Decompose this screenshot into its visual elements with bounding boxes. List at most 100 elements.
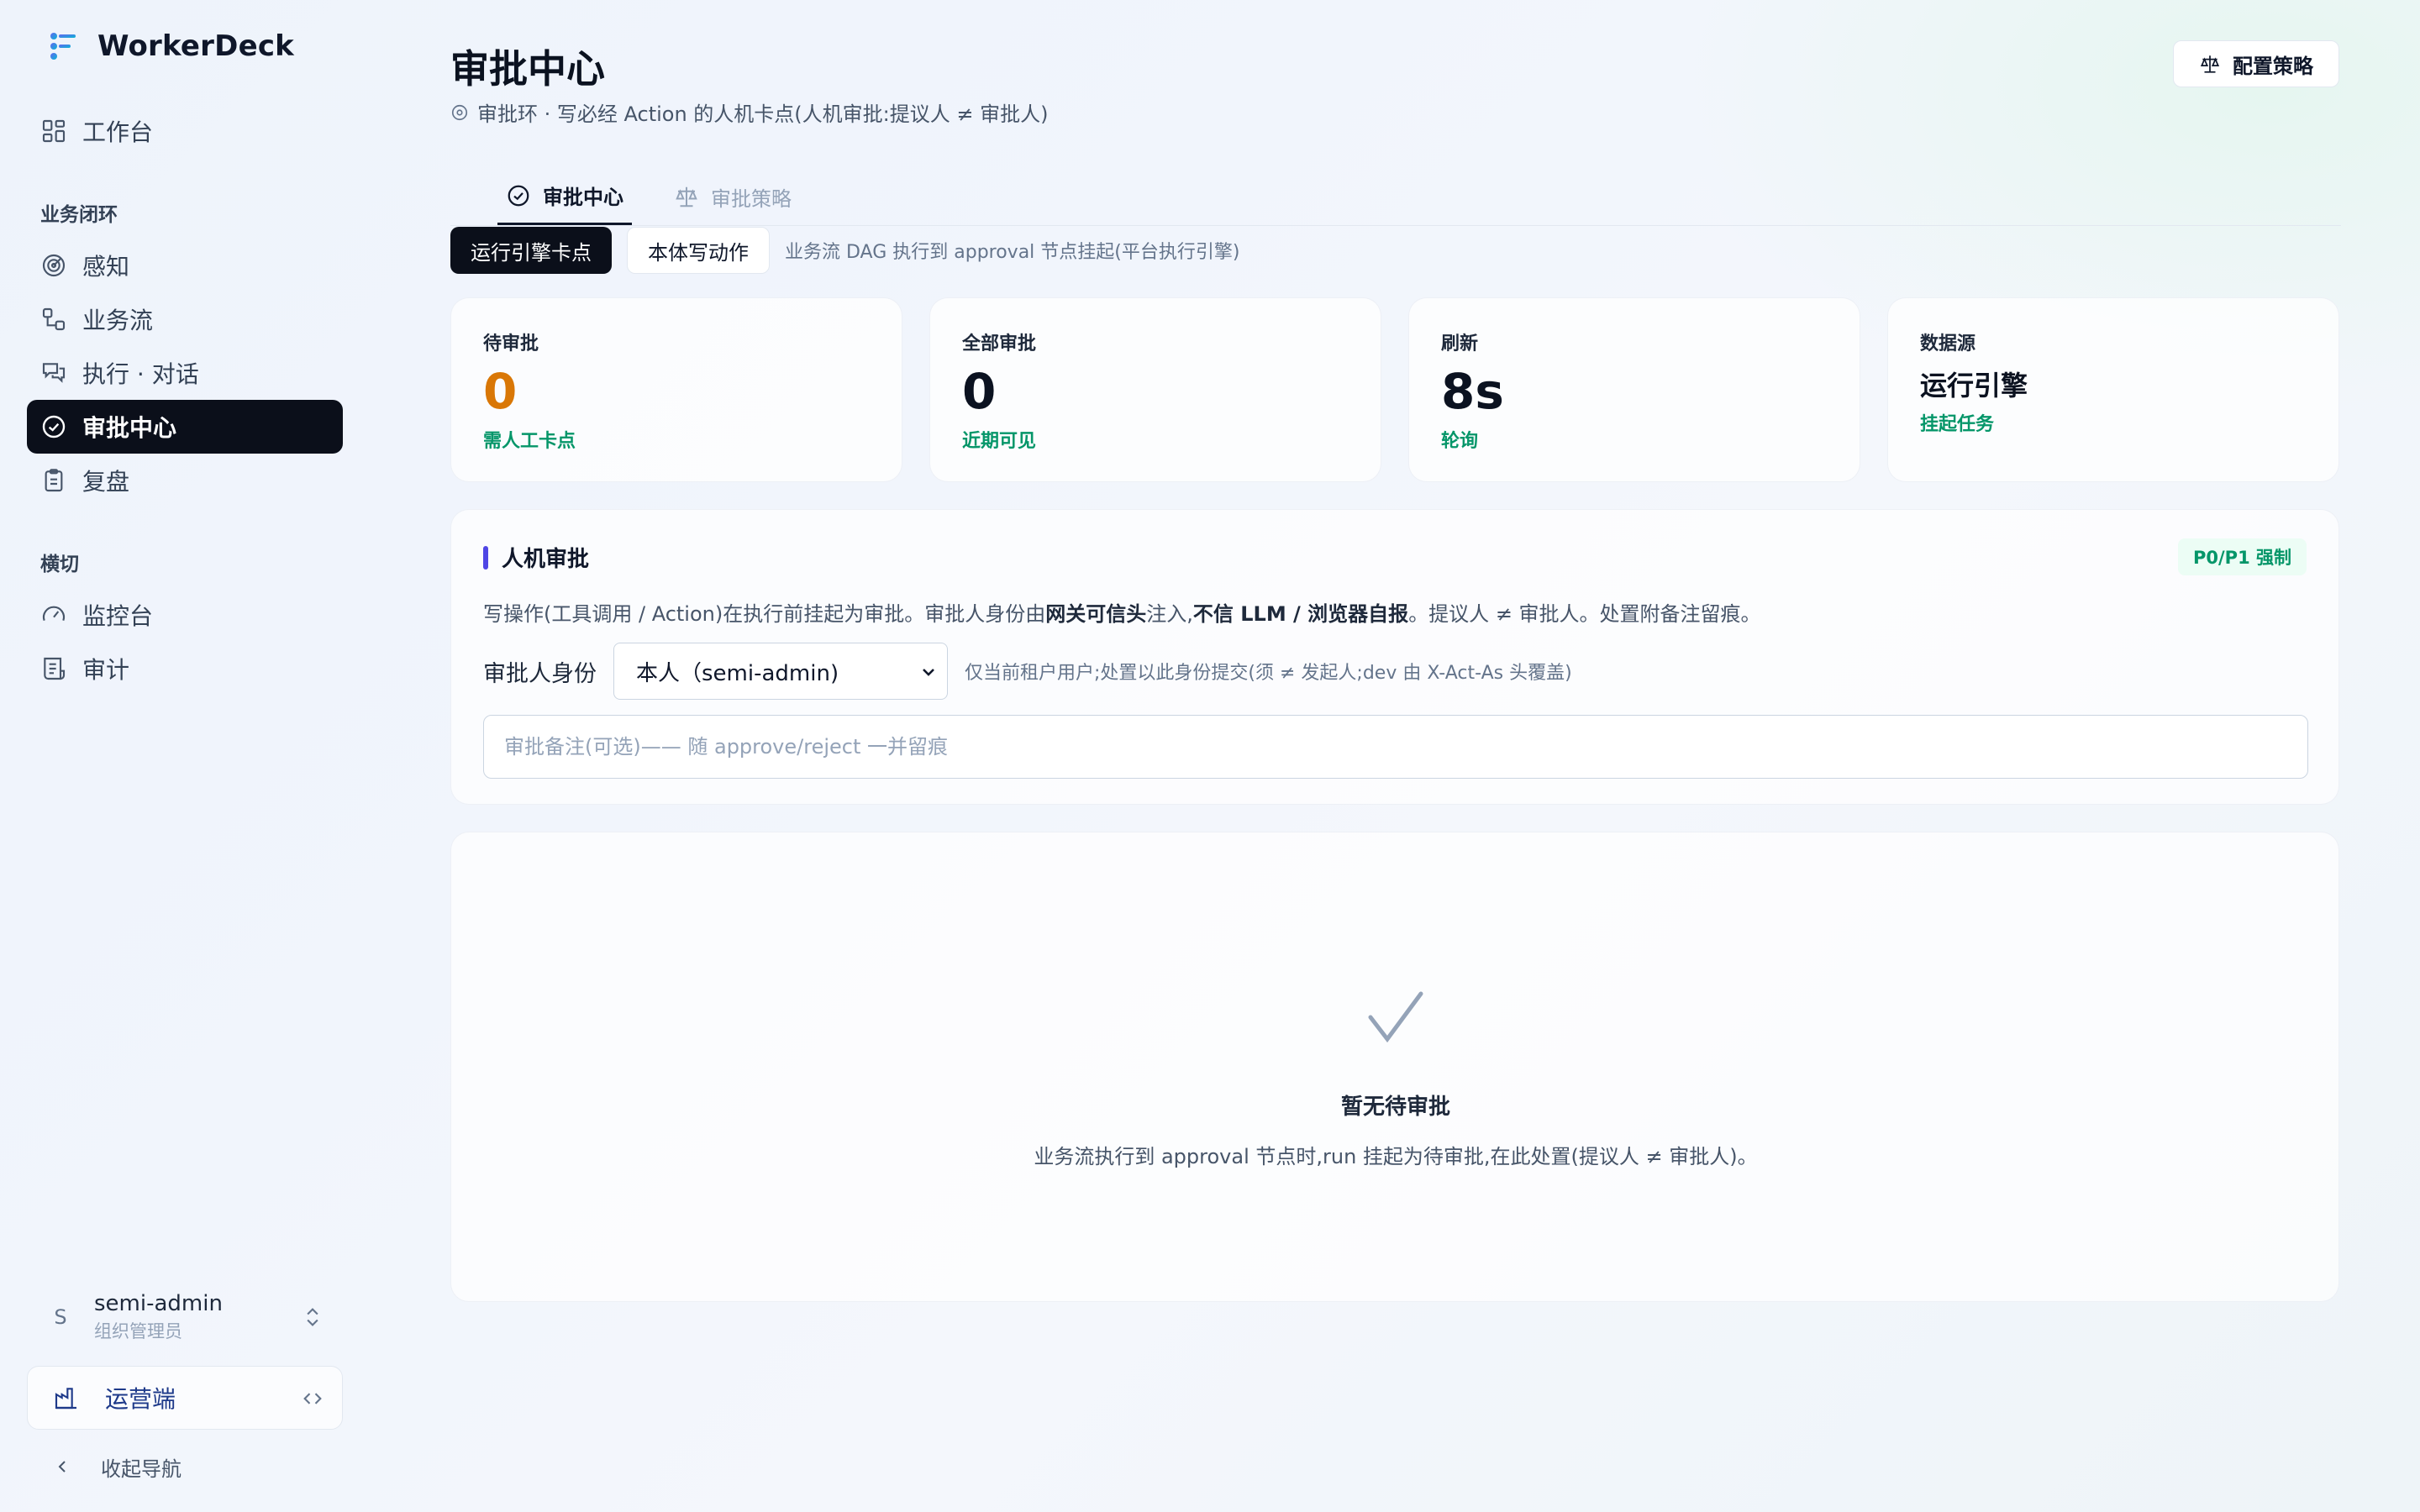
collapse-nav-label: 收起导航: [101, 1457, 182, 1481]
approver-label: 审批人身份: [483, 660, 597, 687]
stat-value: 运行引擎: [1920, 370, 2028, 402]
tabs-divider: [450, 225, 2341, 226]
brand-name: WorkerDeck: [97, 29, 294, 63]
factory-icon: [55, 1388, 76, 1410]
nav-item-perception[interactable]: 感知: [27, 239, 343, 292]
approval-note-input[interactable]: [483, 715, 2308, 779]
tab-label: 审批策略: [711, 186, 792, 211]
stat-card-all: 全部审批 0 近期可见: [929, 297, 1381, 482]
stat-card-refresh: 刷新 8s 轮询: [1408, 297, 1860, 482]
approver-selected-value: 本人（semi-admin): [636, 660, 839, 686]
human-approval-panel: 人机审批 P0/P1 强制 写操作(工具调用 / Action)在执行前挂起为审…: [450, 509, 2339, 805]
nav-item-label: 审计: [82, 656, 130, 684]
stat-sub: 需人工卡点: [483, 431, 576, 452]
panel-title: 人机审批: [483, 542, 589, 573]
nav-item-label: 执行 · 对话: [82, 360, 199, 388]
stat-sub: 近期可见: [962, 431, 1037, 452]
priority-badge: P0/P1 强制: [2178, 538, 2307, 575]
stat-sub: 轮询: [1441, 431, 1479, 452]
approver-select[interactable]: 本人（semi-admin): [613, 643, 948, 700]
desc-text: 注入,: [1146, 602, 1193, 626]
gauge-icon: [42, 606, 66, 622]
segment-ontology-write[interactable]: 本体写动作: [627, 227, 770, 274]
empty-state-title: 暂无待审批: [1340, 1095, 1450, 1120]
stat-label: 待审批: [483, 333, 539, 354]
config-policy-label: 配置策略: [2233, 55, 2313, 78]
user-role: 组织管理员: [94, 1321, 182, 1341]
chevron-up-down-icon: [307, 1308, 318, 1326]
empty-state-panel: 暂无待审批 业务流执行到 approval 节点时,run 挂起为待审批,在此处…: [450, 832, 2339, 1302]
chat-icon: [42, 363, 66, 383]
panel-description: 写操作(工具调用 / Action)在执行前挂起为审批。审批人身份由网关可信头注…: [483, 597, 1761, 627]
tab-label: 审批中心: [543, 186, 623, 209]
nav-item-workflow[interactable]: 业务流: [27, 292, 343, 346]
brand[interactable]: WorkerDeck: [47, 29, 294, 64]
brand-logo-icon: [50, 33, 76, 60]
nav-item-audit[interactable]: 审计: [27, 642, 343, 696]
clipboard-icon: [45, 469, 63, 492]
sidebar: WorkerDeck 工作台 业务闭环 感知 业务流 执行 · 对话 审批中心: [0, 0, 370, 1512]
scale-icon: [2200, 55, 2220, 73]
desc-bold: 网关可信头: [1045, 602, 1147, 626]
stat-label: 数据源: [1920, 333, 1976, 354]
stat-card-datasource: 数据源 运行引擎 挂起任务: [1887, 297, 2339, 482]
nav-item-label: 业务流: [82, 307, 154, 334]
nav-item-monitor[interactable]: 监控台: [27, 588, 343, 642]
stat-value: 0: [483, 363, 518, 420]
desc-text: 。提议人 ≠ 审批人。处置附备注留痕。: [1408, 602, 1761, 626]
config-policy-button[interactable]: 配置策略: [2173, 40, 2339, 87]
user-name: semi-admin: [94, 1291, 223, 1316]
user-switcher[interactable]: S semi-admin 组织管理员: [27, 1287, 343, 1347]
tab-approval-policy[interactable]: 审批策略: [666, 168, 800, 225]
stat-label: 全部审批: [962, 333, 1037, 354]
collapse-nav-button[interactable]: 收起导航: [27, 1441, 343, 1492]
page-subtitle: 审批环 · 写必经 Action 的人机卡点(人机审批:提议人 ≠ 审批人): [450, 97, 1049, 127]
tab-approval-center[interactable]: 审批中心: [497, 168, 632, 225]
nav-item-approval-center[interactable]: 审批中心: [27, 400, 343, 454]
segment-hint: 业务流 DAG 执行到 approval 节点挂起(平台执行引擎): [785, 242, 1240, 263]
nav-item-label: 工作台: [82, 118, 154, 146]
grid-icon: [42, 119, 66, 143]
checkmark-icon: [1368, 991, 1423, 1043]
panel-title-text: 人机审批: [502, 547, 590, 572]
scale-icon: [676, 186, 697, 207]
stat-sub: 挂起任务: [1920, 414, 1995, 435]
stat-value: 8s: [1441, 363, 1504, 420]
page-subtitle-text: 审批环 · 写必经 Action 的人机卡点(人机审批:提议人 ≠ 审批人): [477, 102, 1049, 126]
nav-item-label: 感知: [82, 253, 130, 281]
workflow-icon: [42, 307, 66, 331]
approver-row: 审批人身份 本人（semi-admin) 仅当前租户用户;处置以此身份提交(须 …: [483, 643, 1572, 700]
tabs: 审批中心 审批策略: [497, 168, 800, 225]
check-circle-icon: [508, 185, 529, 206]
panel-title-bar: [483, 545, 488, 570]
check-circle-icon: [42, 415, 66, 438]
nav-item-label: 复盘: [82, 468, 130, 496]
nav-item-execution-chat[interactable]: 执行 · 对话: [27, 346, 343, 400]
page-title: 审批中心: [450, 46, 605, 92]
main-content: 审批中心 审批环 · 写必经 Action 的人机卡点(人机审批:提议人 ≠ 审…: [450, 0, 2341, 1512]
desc-text: 写操作(工具调用 / Action)在执行前挂起为审批。审批人身份由: [483, 602, 1046, 626]
info-circle-icon: [451, 104, 468, 120]
empty-state-description: 业务流执行到 approval 节点时,run 挂起为待审批,在此处置(提议人 …: [1034, 1145, 1758, 1168]
receipt-icon: [44, 657, 66, 680]
approver-hint: 仅当前租户用户;处置以此身份提交(须 ≠ 发起人;dev 由 X-Act-As …: [965, 663, 1572, 684]
nav-section-title: 横切: [40, 554, 79, 575]
nav-item-review[interactable]: 复盘: [27, 454, 343, 507]
avatar: S: [54, 1305, 67, 1329]
stat-card-pending: 待审批 0 需人工卡点: [450, 297, 902, 482]
nav-item-label: 监控台: [82, 602, 154, 630]
radar-icon: [42, 254, 66, 277]
ops-console-button[interactable]: 运营端: [27, 1366, 343, 1430]
chevron-left-icon: [58, 1461, 66, 1473]
stat-value: 0: [962, 363, 997, 420]
stat-label: 刷新: [1441, 333, 1479, 354]
ops-console-label: 运营端: [105, 1385, 176, 1413]
nav-item-workbench[interactable]: 工作台: [27, 104, 343, 158]
nav-section-title: 业务闭环: [40, 204, 118, 226]
code-icon: [303, 1393, 322, 1404]
source-segment: 运行引擎卡点 本体写动作 业务流 DAG 执行到 approval 节点挂起(平…: [450, 227, 1239, 274]
nav-item-label: 审批中心: [82, 414, 177, 442]
desc-bold: 不信 LLM / 浏览器自报: [1192, 602, 1409, 626]
chevron-down-icon: [923, 669, 934, 676]
segment-engine-checkpoint[interactable]: 运行引擎卡点: [450, 227, 612, 274]
